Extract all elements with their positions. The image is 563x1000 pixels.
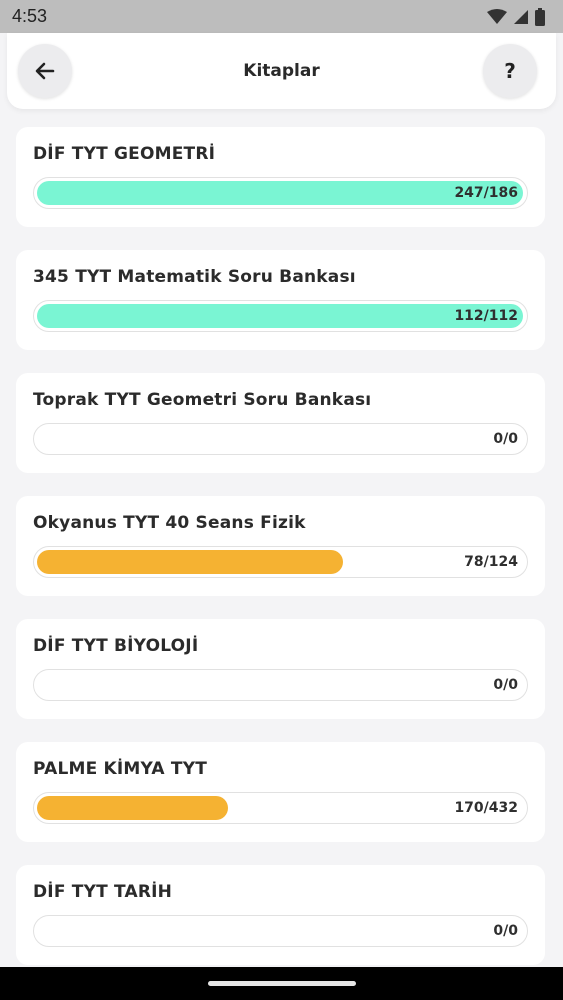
book-title: PALME KİMYA TYT bbox=[33, 759, 208, 779]
progress-bar: 170/432 bbox=[33, 792, 528, 824]
arrow-left-icon bbox=[35, 62, 55, 80]
wifi-icon bbox=[487, 8, 507, 24]
progress-value: 0/0 bbox=[493, 922, 518, 939]
book-card[interactable]: DİF TYT GEOMETRİ 247/186 bbox=[16, 127, 545, 227]
battery-icon bbox=[535, 7, 545, 26]
book-title: DİF TYT GEOMETRİ bbox=[33, 144, 216, 164]
book-title: 345 TYT Matematik Soru Bankası bbox=[33, 267, 356, 287]
progress-fill bbox=[37, 550, 343, 574]
page-title: Kitaplar bbox=[243, 61, 320, 81]
book-card[interactable]: DİF TYT TARİH 0/0 bbox=[16, 865, 545, 965]
book-card[interactable]: Okyanus TYT 40 Seans Fizik 78/124 bbox=[16, 496, 545, 596]
book-card[interactable]: 345 TYT Matematik Soru Bankası 112/112 bbox=[16, 250, 545, 350]
progress-bar: 78/124 bbox=[33, 546, 528, 578]
progress-bar: 112/112 bbox=[33, 300, 528, 332]
progress-bar: 0/0 bbox=[33, 915, 528, 947]
status-icons bbox=[487, 7, 545, 26]
system-navigation-bar bbox=[0, 967, 563, 1000]
book-title: Toprak TYT Geometri Soru Bankası bbox=[33, 390, 372, 410]
book-title: DİF TYT TARİH bbox=[33, 882, 173, 902]
signal-icon bbox=[514, 9, 528, 24]
progress-value: 0/0 bbox=[493, 676, 518, 693]
progress-fill bbox=[37, 796, 228, 820]
progress-value: 247/186 bbox=[454, 184, 518, 201]
progress-bar: 247/186 bbox=[33, 177, 528, 209]
progress-bar: 0/0 bbox=[33, 423, 528, 455]
progress-fill bbox=[37, 304, 523, 328]
progress-fill bbox=[37, 181, 523, 205]
progress-value: 170/432 bbox=[454, 799, 518, 816]
status-bar: 4:53 bbox=[0, 0, 563, 33]
book-card[interactable]: DİF TYT BİYOLOJİ 0/0 bbox=[16, 619, 545, 719]
progress-value: 112/112 bbox=[454, 307, 518, 324]
progress-bar: 0/0 bbox=[33, 669, 528, 701]
back-button[interactable] bbox=[18, 44, 72, 98]
status-time: 4:53 bbox=[12, 6, 48, 26]
book-card[interactable]: Toprak TYT Geometri Soru Bankası 0/0 bbox=[16, 373, 545, 473]
app-header: Kitaplar ? bbox=[7, 33, 556, 109]
home-handle[interactable] bbox=[208, 981, 356, 986]
book-title: Okyanus TYT 40 Seans Fizik bbox=[33, 513, 306, 533]
progress-value: 0/0 bbox=[493, 430, 518, 447]
book-title: DİF TYT BİYOLOJİ bbox=[33, 636, 199, 656]
progress-value: 78/124 bbox=[464, 553, 518, 570]
help-button[interactable]: ? bbox=[483, 44, 537, 98]
book-card[interactable]: PALME KİMYA TYT 170/432 bbox=[16, 742, 545, 842]
